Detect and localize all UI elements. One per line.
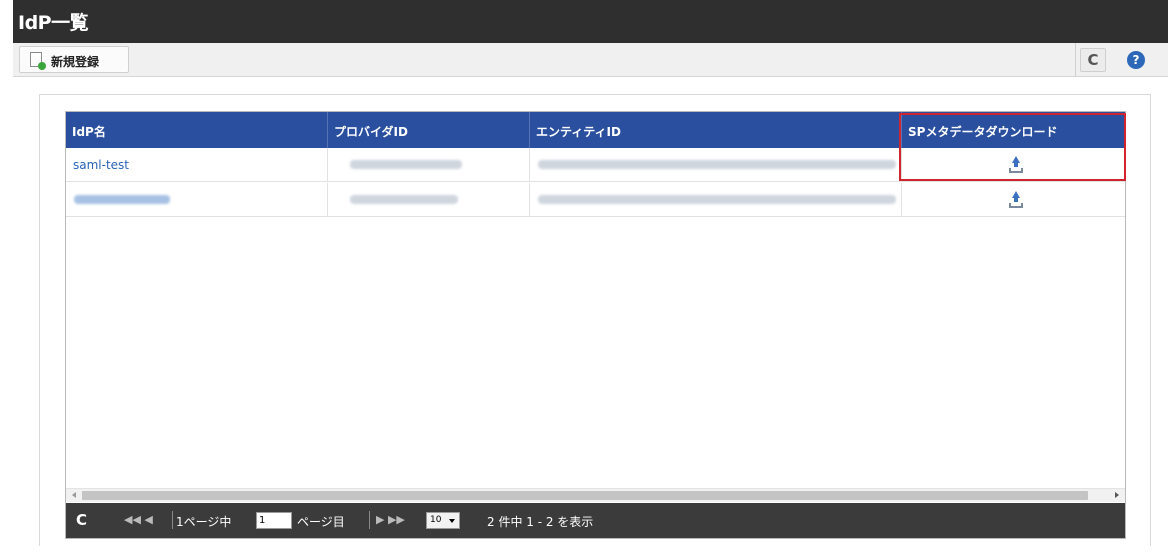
column-header-provider-id[interactable]: プロバイダID — [328, 112, 530, 148]
refresh-icon: C — [1087, 51, 1099, 69]
idp-name-link[interactable]: saml-test — [73, 158, 129, 172]
page-size-value: 10 — [430, 515, 442, 525]
blurred-idp-name-link[interactable] — [74, 195, 170, 204]
page-size-select[interactable]: 10 — [426, 512, 460, 529]
column-header-sp-metadata-download[interactable]: SPメタデータダウンロード — [902, 112, 1125, 148]
new-document-icon — [30, 52, 46, 70]
refresh-button[interactable]: C — [1080, 48, 1106, 72]
page-suffix-label: ページ目 — [297, 515, 345, 529]
cell-idp-name — [66, 183, 328, 216]
pager-divider — [172, 511, 173, 529]
pager: C ◀◀ ◀ 1ページ中 ページ目 ▶ ▶▶ 10 2 件中 1 - 2 を表示 — [66, 503, 1125, 538]
cell-entity-id — [530, 183, 902, 216]
record-count-summary: 2 件中 1 - 2 を表示 — [487, 515, 594, 529]
grid-header: IdP名 プロバイダID エンティティID SPメタデータダウンロード — [66, 112, 1125, 148]
page-number-input[interactable] — [256, 512, 292, 529]
download-icon[interactable] — [1009, 191, 1023, 209]
table-row[interactable] — [66, 183, 1125, 217]
page-prefix-label: 1ページ中 — [176, 515, 232, 529]
blurred-entity-id — [538, 160, 896, 169]
blurred-provider-id — [350, 195, 458, 204]
help-icon: ? — [1132, 53, 1140, 67]
idp-grid: IdP名 プロバイダID エンティティID SPメタデータダウンロード saml… — [65, 111, 1126, 539]
pager-divider — [369, 511, 370, 529]
scroll-left-icon[interactable] — [72, 492, 76, 498]
scroll-right-icon[interactable] — [1115, 492, 1119, 498]
cell-provider-id — [328, 148, 530, 181]
page-title: IdP一覧 — [18, 12, 89, 34]
horizontal-scrollbar[interactable] — [66, 488, 1125, 502]
new-registration-label: 新規登録 — [51, 55, 100, 69]
column-header-entity-id[interactable]: エンティティID — [530, 112, 902, 148]
pager-refresh-icon[interactable]: C — [76, 511, 87, 529]
blurred-provider-id — [350, 160, 462, 169]
table-row[interactable]: saml-test — [66, 148, 1125, 182]
scrollbar-thumb[interactable] — [82, 491, 1088, 500]
first-prev-page-icon[interactable]: ◀◀ ◀ — [124, 513, 153, 526]
toolbar: 新規登録 C ? — [13, 43, 1168, 77]
next-last-page-icon[interactable]: ▶ ▶▶ — [376, 513, 405, 526]
column-header-idp-name[interactable]: IdP名 — [66, 112, 328, 148]
download-icon[interactable] — [1009, 156, 1023, 174]
toolbar-divider — [1075, 43, 1076, 77]
page: IdP一覧 新規登録 C ? IdP名 プロバイダID エンティティID SPメ… — [0, 0, 1168, 553]
cell-provider-id — [328, 183, 530, 216]
blurred-entity-id — [538, 195, 896, 204]
cell-sp-metadata-download — [902, 183, 1125, 216]
help-button[interactable]: ? — [1127, 51, 1145, 69]
new-registration-button[interactable]: 新規登録 — [19, 46, 129, 73]
cell-idp-name: saml-test — [66, 148, 328, 181]
cell-sp-metadata-download — [902, 148, 1125, 181]
cell-entity-id — [530, 148, 902, 181]
title-bar: IdP一覧 — [13, 0, 1168, 43]
chevron-down-icon — [449, 519, 455, 523]
